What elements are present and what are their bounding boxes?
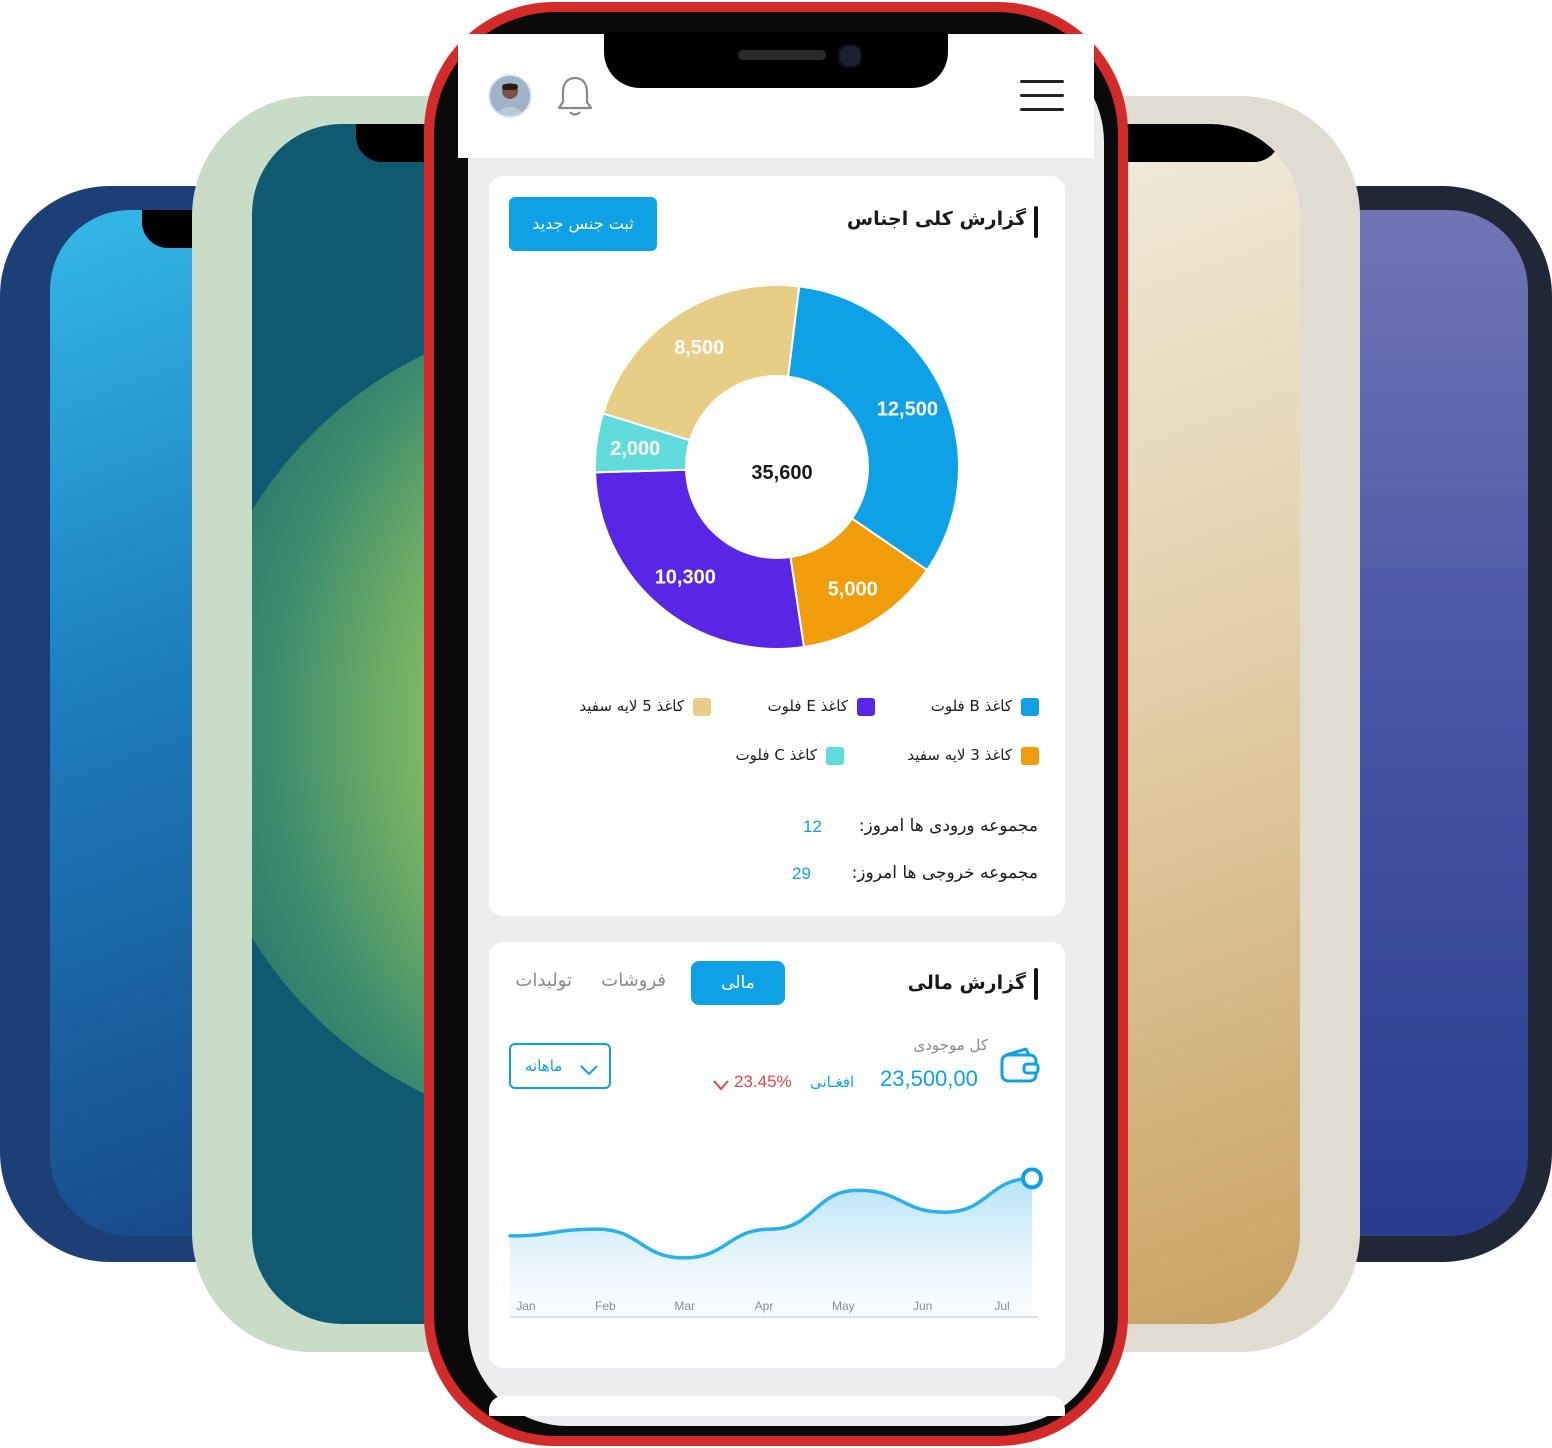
donut-center-label: 35,600 — [751, 462, 812, 484]
legend-label-b-flute: کاغذ B فلوت — [930, 697, 1012, 715]
finance-report-title: گزارش مالی — [907, 972, 1026, 994]
currency-label: افغـانی — [810, 1073, 855, 1091]
title-accent-bar — [1034, 968, 1038, 1000]
balance-value: 23,500,00 — [880, 1066, 978, 1091]
legend-swatch-3layer-white — [1021, 747, 1039, 765]
x-tick-label: Apr — [755, 1299, 774, 1313]
donut-slice-label: 12,500 — [877, 398, 938, 420]
donut-slice-label: 5,000 — [828, 578, 878, 600]
phone-camera — [838, 44, 862, 68]
period-select-value: ماهانه — [525, 1057, 563, 1075]
outgoing-total-value: 29 — [792, 864, 811, 883]
legend-swatch-5layer-white — [693, 698, 711, 716]
category-report-title: گزارش کلی اجناس — [846, 208, 1026, 230]
legend-label-c-flute: کاغذ C فلوت — [735, 746, 817, 764]
phone-speaker — [738, 50, 826, 60]
chevron-down-icon — [579, 1061, 599, 1076]
bell-icon[interactable] — [556, 74, 594, 118]
legend-label-3layer-white: کاغذ 3 لایه سفید — [907, 746, 1012, 764]
x-tick-label: Feb — [595, 1299, 616, 1313]
hamburger-menu-icon[interactable] — [1020, 80, 1064, 112]
area-endpoint-marker — [1021, 1167, 1043, 1190]
x-tick-label: Jan — [516, 1299, 535, 1313]
legend-label-5layer-white: کاغذ 5 لایه سفید — [579, 697, 684, 715]
wallet-icon — [1000, 1046, 1040, 1086]
next-card-peek — [489, 1396, 1065, 1416]
change-percent: 23.45% — [734, 1072, 792, 1091]
legend-swatch-b-flute — [1021, 698, 1039, 716]
x-tick-label: Jul — [994, 1299, 1009, 1313]
donut-slice-label: 10,300 — [655, 567, 716, 589]
add-item-button[interactable]: ثبت جنس جدید — [509, 197, 657, 251]
tab-production[interactable]: تولیدات — [515, 970, 572, 991]
legend-label-e-flute: کاغذ E فلوت — [767, 697, 848, 715]
balance-label: کل موجودی — [913, 1036, 989, 1054]
donut-chart: 12,500 5,000 10,300 2,000 8,500 35,600 — [594, 284, 960, 650]
x-tick-label: Mar — [674, 1299, 695, 1313]
x-tick-label: Jun — [913, 1299, 932, 1313]
finance-area-chart: Jan Feb Mar Apr May Jun Jul — [508, 1167, 1043, 1318]
donut-slice-label: 8,500 — [674, 337, 724, 359]
phone-notch — [604, 32, 948, 88]
period-select[interactable]: ماهانه — [509, 1043, 611, 1089]
incoming-total-value: 12 — [803, 817, 822, 836]
legend-swatch-c-flute — [826, 747, 844, 765]
chevron-down-icon — [712, 1076, 730, 1091]
tab-sales[interactable]: فروشات — [601, 970, 666, 991]
outgoing-total-label: مجموعه خروجی ها امروز: — [851, 863, 1038, 883]
area-fill — [510, 1178, 1032, 1317]
user-avatar[interactable] — [488, 74, 532, 118]
x-tick-label: May — [832, 1299, 855, 1313]
title-accent-bar — [1034, 206, 1038, 238]
tab-finance[interactable]: مالی — [691, 961, 785, 1005]
incoming-total-label: مجموعه ورودی ها امروز: — [858, 816, 1038, 836]
donut-slice-label: 2,000 — [610, 438, 660, 460]
legend-swatch-e-flute — [857, 698, 875, 716]
